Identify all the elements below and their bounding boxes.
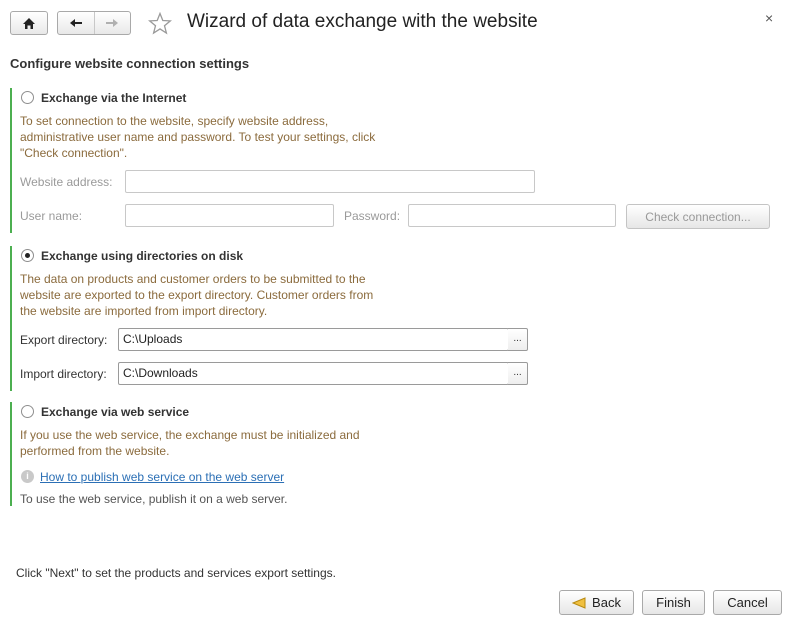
section-bar-internet [10, 88, 12, 233]
history-nav [57, 11, 131, 35]
section-bar-directories [10, 246, 12, 391]
info-icon: i [21, 470, 34, 483]
radio-directories[interactable] [21, 249, 34, 262]
page-title: Configure website connection settings [10, 56, 250, 71]
home-button[interactable] [10, 11, 48, 35]
website-address-field[interactable] [125, 170, 535, 193]
window-title: Wizard of data exchange with the website [187, 11, 538, 32]
radio-directories-label[interactable]: Exchange using directories on disk [41, 249, 243, 263]
back-arrow-icon [572, 596, 586, 609]
radio-webservice-label[interactable]: Exchange via web service [41, 405, 189, 419]
import-directory-picker[interactable]: ... [508, 362, 528, 385]
section-bar-webservice [10, 402, 12, 506]
export-directory-picker[interactable]: ... [508, 328, 528, 351]
star-icon[interactable] [148, 12, 172, 35]
back-button[interactable]: Back [559, 590, 634, 615]
webservice-note: To use the web service, publish it on a … [20, 492, 288, 506]
radio-internet-label[interactable]: Exchange via the Internet [41, 91, 186, 105]
back-nav-button[interactable] [58, 12, 95, 34]
user-name-label: User name: [20, 209, 83, 223]
directories-description: The data on products and customer orders… [20, 272, 374, 318]
radio-internet[interactable] [21, 91, 34, 104]
forward-nav-button[interactable] [95, 12, 131, 34]
back-button-label: Back [592, 595, 621, 610]
cancel-button[interactable]: Cancel [713, 590, 782, 615]
password-field[interactable] [408, 204, 616, 227]
user-name-field[interactable] [125, 204, 334, 227]
close-icon[interactable]: × [765, 10, 773, 26]
internet-description: To set connection to the website, specif… [20, 114, 376, 160]
footer-hint: Click "Next" to set the products and ser… [16, 566, 336, 580]
home-icon [23, 17, 35, 29]
import-directory-label: Import directory: [20, 367, 107, 381]
publish-help-link[interactable]: How to publish web service on the web se… [40, 470, 284, 484]
finish-button[interactable]: Finish [642, 590, 705, 615]
website-address-label: Website address: [20, 175, 113, 189]
export-directory-field[interactable]: C:\Uploads [118, 328, 509, 351]
check-connection-button[interactable]: Check connection... [626, 204, 770, 229]
password-label: Password: [344, 209, 401, 223]
radio-webservice[interactable] [21, 405, 34, 418]
arrow-left-icon [69, 19, 82, 27]
import-directory-field[interactable]: C:\Downloads [118, 362, 509, 385]
export-directory-label: Export directory: [20, 333, 108, 347]
arrow-right-icon [106, 19, 119, 27]
webservice-description: If you use the web service, the exchange… [20, 428, 360, 458]
